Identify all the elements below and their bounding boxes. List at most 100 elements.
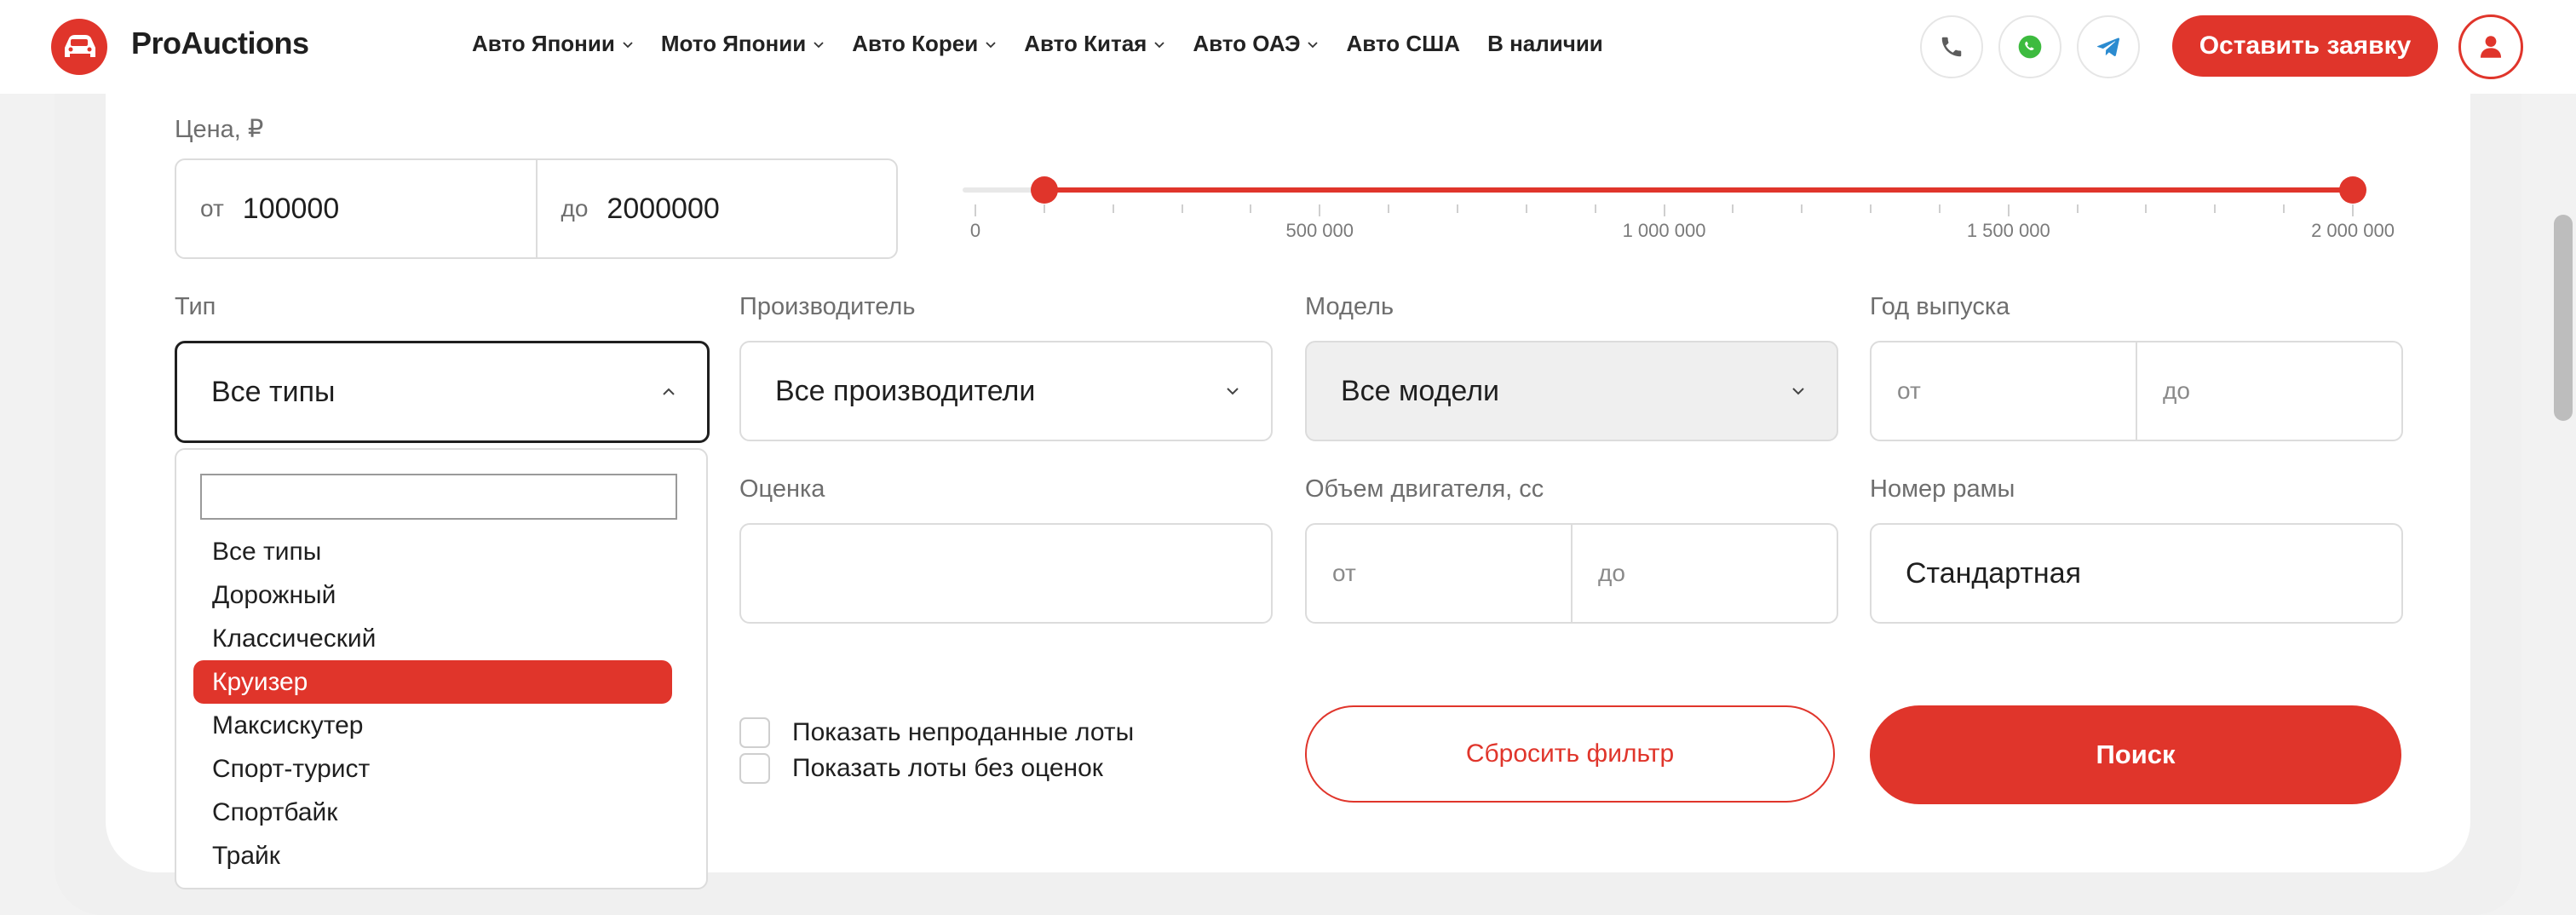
dropdown-option[interactable]: Трайк bbox=[193, 834, 672, 878]
nav-item-auto-japan[interactable]: Авто Японии bbox=[472, 31, 634, 57]
slider-tick bbox=[1732, 204, 1734, 213]
search-button[interactable]: Поиск bbox=[1870, 705, 2401, 804]
slider-tick bbox=[975, 204, 976, 216]
reset-filter-button[interactable]: Сбросить фильтр bbox=[1305, 705, 1835, 803]
price-from-field[interactable]: от 100000 bbox=[176, 160, 536, 257]
nav-label: Авто Китая bbox=[1024, 31, 1147, 56]
chevron-down-icon bbox=[814, 41, 824, 48]
slider-fill bbox=[1044, 187, 2353, 193]
price-range-input: от 100000 до 2000000 bbox=[175, 158, 898, 259]
slider-tick bbox=[1250, 204, 1252, 213]
checkbox-label: Показать непроданные лоты bbox=[792, 718, 1135, 746]
engine-from-field[interactable]: от bbox=[1307, 525, 1571, 622]
slider-tick bbox=[2283, 204, 2286, 213]
phone-button[interactable] bbox=[1920, 15, 1983, 78]
scrollbar-thumb[interactable] bbox=[2554, 215, 2573, 421]
model-label: Модель bbox=[1305, 293, 1394, 320]
dropdown-option[interactable]: Круизер bbox=[193, 660, 672, 704]
engine-to-field[interactable]: до bbox=[1571, 525, 1837, 622]
manufacturer-label: Производитель bbox=[739, 293, 916, 320]
whatsapp-button[interactable] bbox=[1998, 15, 2061, 78]
type-select[interactable]: Все типы bbox=[175, 341, 710, 443]
type-label: Тип bbox=[175, 293, 216, 320]
year-range-input: от до bbox=[1870, 341, 2403, 441]
slider-tick bbox=[2214, 204, 2217, 213]
checkbox-box[interactable] bbox=[739, 753, 770, 784]
slider-tick bbox=[1181, 204, 1183, 213]
slider-tick-label: 1 500 000 bbox=[1966, 220, 2050, 241]
slider-tick bbox=[1525, 204, 1527, 213]
chevron-down-icon bbox=[1227, 388, 1239, 395]
slider-tick bbox=[1112, 204, 1114, 213]
nav-item-auto-uae[interactable]: Авто ОАЭ bbox=[1193, 31, 1319, 57]
price-slider[interactable]: 0 500 000 1 000 000 1 500 000 2 000 000 bbox=[963, 167, 2395, 252]
nav-item-in-stock[interactable]: В наличии bbox=[1487, 31, 1603, 57]
model-select-value: Все модели bbox=[1341, 374, 1500, 407]
type-dropdown: Все типы Дорожный Классический Круизер М… bbox=[175, 448, 708, 889]
nav-item-auto-usa[interactable]: Авто США bbox=[1346, 31, 1460, 57]
frame-number-input[interactable]: Стандартная bbox=[1870, 523, 2403, 624]
slider-tick bbox=[1319, 204, 1321, 216]
dropdown-option[interactable]: Классический bbox=[193, 617, 672, 660]
grade-label: Оценка bbox=[739, 475, 825, 503]
slider-tick bbox=[2352, 204, 2354, 216]
dropdown-option[interactable]: Максискутер bbox=[193, 704, 672, 747]
dropdown-option[interactable]: Все типы bbox=[193, 530, 672, 573]
year-from-field[interactable]: от bbox=[1872, 342, 2136, 440]
grade-input[interactable] bbox=[739, 523, 1273, 624]
manufacturer-select-value: Все производители bbox=[775, 374, 1036, 407]
telegram-button[interactable] bbox=[2077, 15, 2140, 78]
nav-item-auto-china[interactable]: Авто Китая bbox=[1024, 31, 1165, 57]
nav-label: Авто Кореи bbox=[852, 31, 979, 56]
slider-tick bbox=[1043, 204, 1045, 213]
slider-tick bbox=[1594, 204, 1596, 213]
phone-icon bbox=[1941, 37, 1962, 57]
checkbox-no-grade[interactable]: Показать лоты без оценок bbox=[739, 753, 1103, 784]
year-to-field[interactable]: до bbox=[2136, 342, 2401, 440]
price-from-value: 100000 bbox=[242, 192, 340, 225]
chevron-down-icon bbox=[986, 41, 996, 48]
manufacturer-select[interactable]: Все производители bbox=[739, 341, 1273, 441]
type-select-value: Все типы bbox=[211, 375, 336, 408]
logo[interactable] bbox=[51, 19, 107, 75]
slider-tick bbox=[1870, 204, 1872, 213]
leave-request-button[interactable]: Оставить заявку bbox=[2172, 15, 2438, 77]
slider-thumb-max[interactable] bbox=[2339, 176, 2366, 204]
slider-tick bbox=[1801, 204, 1803, 213]
dropdown-option[interactable]: Спорт-турист bbox=[193, 747, 672, 791]
year-to-placeholder: до bbox=[2163, 377, 2190, 404]
checkbox-box[interactable] bbox=[739, 717, 770, 748]
price-from-prefix: от bbox=[200, 195, 224, 222]
chevron-down-icon bbox=[1792, 388, 1804, 395]
price-label: Цена, ₽ bbox=[175, 116, 264, 143]
telegram-icon bbox=[2096, 37, 2120, 56]
engine-range-input: от до bbox=[1305, 523, 1838, 624]
engine-label: Объем двигателя, cc bbox=[1305, 475, 1544, 503]
nav-item-moto-japan[interactable]: Мото Японии bbox=[661, 31, 825, 57]
frame-label: Номер рамы bbox=[1870, 475, 2015, 503]
nav-label: Авто Японии bbox=[472, 31, 615, 56]
slider-tick-label: 1 000 000 bbox=[1622, 220, 1706, 241]
brand-name[interactable]: ProAuctions bbox=[131, 26, 309, 61]
price-to-prefix: до bbox=[561, 195, 589, 222]
slider-tick bbox=[1663, 204, 1665, 216]
nav-item-auto-korea[interactable]: Авто Кореи bbox=[852, 31, 997, 57]
profile-button[interactable] bbox=[2458, 14, 2523, 79]
slider-tick bbox=[1456, 204, 1458, 213]
price-to-field[interactable]: до 2000000 bbox=[535, 160, 897, 257]
nav-label: Авто ОАЭ bbox=[1193, 31, 1301, 56]
dropdown-option[interactable]: Дорожный bbox=[193, 573, 672, 617]
checkbox-unsold[interactable]: Показать непроданные лоты bbox=[739, 717, 1134, 748]
user-icon bbox=[2480, 36, 2502, 58]
slider-tick-label: 500 000 bbox=[1285, 220, 1354, 241]
whatsapp-icon bbox=[2018, 35, 2042, 59]
slider-tick bbox=[2145, 204, 2148, 213]
chevron-up-icon bbox=[663, 388, 675, 395]
model-select[interactable]: Все модели bbox=[1305, 341, 1838, 441]
year-from-placeholder: от bbox=[1897, 377, 1921, 404]
engine-from-placeholder: от bbox=[1332, 560, 1356, 586]
dropdown-option[interactable]: Спортбайк bbox=[193, 791, 672, 834]
slider-thumb-min[interactable] bbox=[1030, 176, 1058, 204]
engine-to-placeholder: до bbox=[1598, 560, 1625, 586]
dropdown-search-input[interactable] bbox=[200, 474, 677, 520]
